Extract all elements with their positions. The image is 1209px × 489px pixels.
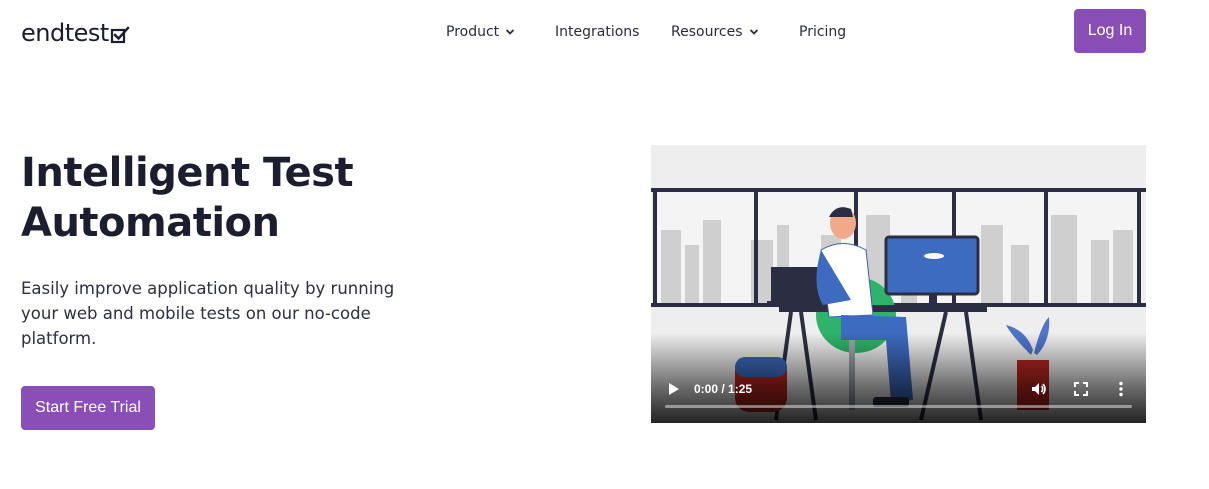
video-controls: 0:00 / 1:25 xyxy=(651,363,1146,423)
endtest-logo[interactable]: endtest xyxy=(21,18,130,48)
checkbox-icon xyxy=(110,26,130,44)
nav-item-integrations[interactable]: Integrations xyxy=(555,24,655,40)
video-progress-bar[interactable] xyxy=(665,405,1132,408)
hero-subtitle: Easily improve application quality by ru… xyxy=(21,279,395,348)
login-button[interactable]: Log In xyxy=(1074,9,1146,53)
video-player[interactable]: 0:00 / 1:25 xyxy=(651,145,1146,423)
start-free-trial-button[interactable]: Start Free Trial xyxy=(21,386,155,430)
nav-item-label: Product xyxy=(446,24,500,40)
logo-text: endtest xyxy=(21,19,109,47)
site-header: endtest Product Integrations Resources P… xyxy=(0,0,1209,64)
nav-item-pricing[interactable]: Pricing xyxy=(799,24,859,40)
play-icon[interactable] xyxy=(668,382,680,396)
volume-icon[interactable] xyxy=(1031,381,1047,397)
nav-item-resources[interactable]: Resources xyxy=(671,24,771,40)
more-options-icon[interactable] xyxy=(1118,381,1124,397)
nav-item-label: Integrations xyxy=(555,24,640,40)
nav-item-product[interactable]: Product xyxy=(446,24,526,40)
nav-item-label: Pricing xyxy=(799,24,847,40)
fullscreen-icon[interactable] xyxy=(1074,382,1088,396)
nav-item-label: Resources xyxy=(671,24,743,40)
hero-title: Intelligent Test Automation xyxy=(21,150,354,246)
video-time: 0:00 / 1:25 xyxy=(694,382,753,396)
chevron-down-icon xyxy=(506,29,515,35)
chevron-down-icon xyxy=(749,29,758,35)
